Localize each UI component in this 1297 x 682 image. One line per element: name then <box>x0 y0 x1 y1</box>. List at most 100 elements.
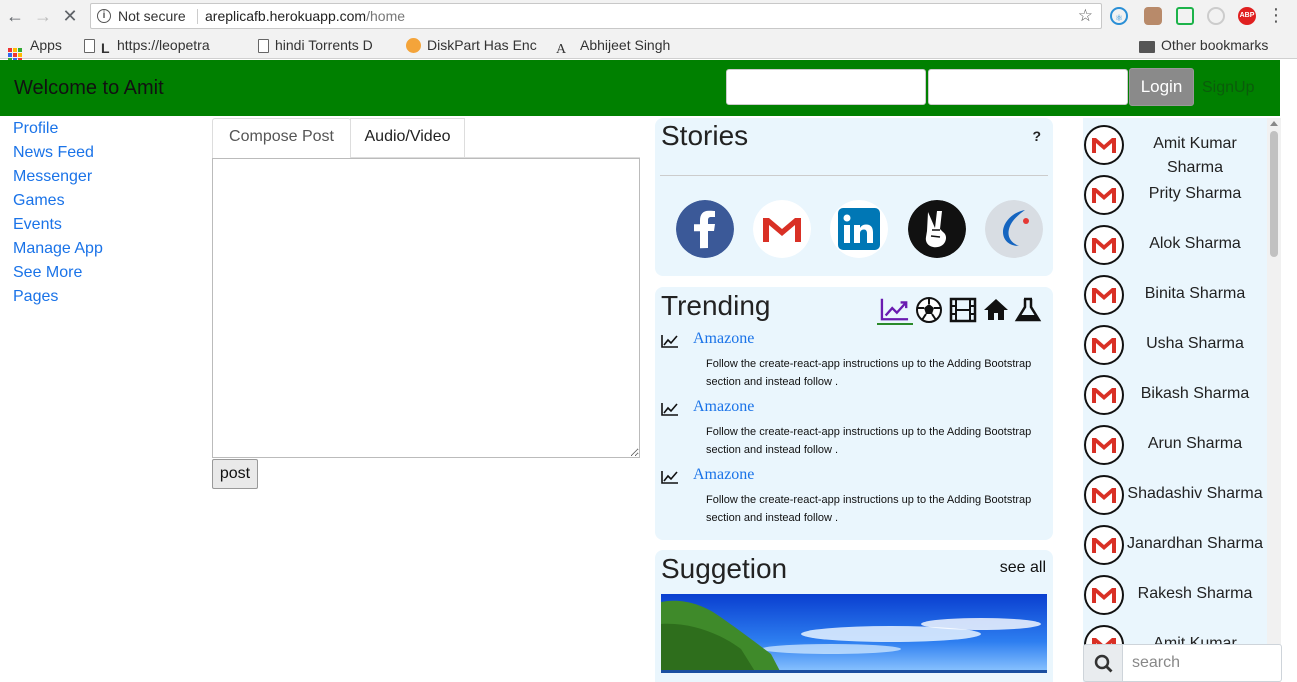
gmail-icon[interactable] <box>753 200 811 258</box>
browser-toolbar: ← → ✕ i Not secure areplicafb.herokuapp.… <box>0 0 1297 33</box>
trending-description: Follow the create-react-app instructions… <box>706 358 1032 388</box>
post-button[interactable]: post <box>212 459 258 489</box>
contact-name: Rakesh Sharma <box>1137 585 1253 602</box>
cake-extension-icon[interactable] <box>1144 7 1162 25</box>
contacts-scrollbar[interactable] <box>1267 118 1281 682</box>
stories-help[interactable]: ? <box>1032 128 1041 144</box>
trending-card: Trending Amazone Follow the create-react… <box>655 287 1053 540</box>
trending-link[interactable]: Amazone <box>693 466 754 484</box>
bookmark-abhijeet[interactable]: A Abhijeet Singh <box>556 37 670 58</box>
suggestion-image[interactable] <box>661 594 1047 673</box>
trend-chart-icon <box>661 471 678 484</box>
nav-pages[interactable]: Pages <box>13 285 103 309</box>
bookmark-label: https://leopetra <box>117 37 210 53</box>
tv-extension-icon[interactable] <box>1176 7 1194 25</box>
trend-chart-icon <box>661 403 678 416</box>
contact-item[interactable]: Alok Sharma <box>1083 218 1267 268</box>
trending-description: Follow the create-react-app instructions… <box>706 494 1032 524</box>
contact-item[interactable]: Amit Kumar Sharma <box>1083 118 1267 176</box>
bookmark-star-icon[interactable]: ☆ <box>1078 4 1093 28</box>
nav-see-more[interactable]: See More <box>13 261 103 285</box>
contact-name: Alok Sharma <box>1149 235 1241 252</box>
contact-item[interactable]: Arun Sharma <box>1083 418 1267 468</box>
compose-tabs: Compose Post Audio/Video <box>212 118 640 158</box>
address-bar[interactable]: i Not secure areplicafb.herokuapp.com/ho… <box>90 3 1102 29</box>
home-icon[interactable] <box>981 295 1011 325</box>
stop-loading-icon[interactable]: ✕ <box>59 5 81 27</box>
nav-messenger[interactable]: Messenger <box>13 165 103 189</box>
trending-title: Trending <box>661 290 771 321</box>
contact-item[interactable]: Rakesh Sharma <box>1083 568 1267 618</box>
page-icon <box>258 39 269 53</box>
bookmark-diskpart[interactable]: DiskPart Has Enc <box>406 37 546 53</box>
tab-compose-post[interactable]: Compose Post <box>212 118 351 158</box>
browser-menu-icon[interactable]: ⋮ <box>1267 5 1285 25</box>
nav-profile[interactable]: Profile <box>13 117 103 141</box>
url-host: areplicafb.herokuapp.com <box>205 8 367 24</box>
suggestion-card: Suggetion see all <box>655 550 1053 682</box>
username-input[interactable] <box>726 69 926 105</box>
other-bookmarks[interactable]: Other bookmarks <box>1139 37 1268 53</box>
film-icon[interactable] <box>948 295 978 325</box>
suggestion-title: Suggetion <box>661 553 788 584</box>
gmail-avatar-icon <box>1084 125 1124 165</box>
soccer-icon[interactable] <box>914 295 944 325</box>
trending-item: Amazone Follow the create-react-app inst… <box>661 330 1041 390</box>
bookmark-hindi-torrents[interactable]: hindi Torrents D <box>258 37 396 53</box>
trending-link[interactable]: Amazone <box>693 398 754 416</box>
gray-extension-icon[interactable] <box>1207 7 1225 25</box>
contact-item[interactable]: Binita Sharma <box>1083 268 1267 318</box>
password-input[interactable] <box>928 69 1128 105</box>
app-icon[interactable] <box>985 200 1043 258</box>
trending-link[interactable]: Amazone <box>693 330 754 348</box>
search-button[interactable] <box>1083 644 1123 682</box>
react-devtools-icon[interactable]: ⚛ <box>1110 7 1128 25</box>
peace-icon[interactable] <box>908 200 966 258</box>
trending-item: Amazone Follow the create-react-app inst… <box>661 466 1041 526</box>
contact-name: Janardhan Sharma <box>1126 535 1264 552</box>
search-input[interactable] <box>1122 644 1282 682</box>
security-label[interactable]: Not secure <box>118 4 186 28</box>
gmail-avatar-icon <box>1084 325 1124 365</box>
scroll-up-icon[interactable] <box>1270 121 1278 126</box>
gmail-avatar-icon <box>1084 375 1124 415</box>
a-logo-icon: A <box>556 42 567 57</box>
contact-item[interactable]: Shadashiv Sharma <box>1083 468 1267 518</box>
signup-link[interactable]: SignUp <box>1202 79 1254 97</box>
adblock-icon[interactable]: ABP <box>1238 7 1256 25</box>
login-button[interactable]: Login <box>1129 68 1194 106</box>
contact-name: Shadashiv Sharma <box>1127 485 1263 502</box>
forward-icon[interactable]: → <box>32 5 54 27</box>
app-header: Welcome to Amit Login SignUp <box>0 60 1280 116</box>
search-icon <box>1094 654 1113 673</box>
nav-manage-app[interactable]: Manage App <box>13 237 103 261</box>
stories-card: Stories ? <box>655 118 1053 276</box>
tab-audio-video[interactable]: Audio/Video <box>350 118 465 158</box>
linkedin-icon[interactable] <box>830 200 888 258</box>
contact-item[interactable]: Prity Sharma <box>1083 168 1267 218</box>
facebook-icon[interactable] <box>676 200 734 258</box>
contact-name: Usha Sharma <box>1146 335 1244 352</box>
gmail-avatar-icon <box>1084 425 1124 465</box>
nav-news-feed[interactable]: News Feed <box>13 141 103 165</box>
contact-item[interactable]: Bikash Sharma <box>1083 368 1267 418</box>
nav-games[interactable]: Games <box>13 189 103 213</box>
bookmark-apps[interactable]: Apps <box>8 37 62 62</box>
bookmark-label: Apps <box>30 37 62 53</box>
trend-icon[interactable] <box>877 295 913 325</box>
scrollbar-thumb[interactable] <box>1270 131 1278 257</box>
info-icon[interactable]: i <box>97 9 111 23</box>
contact-item[interactable]: Janardhan Sharma <box>1083 518 1267 568</box>
url-path: /home <box>366 8 406 24</box>
compose-textarea[interactable] <box>212 158 640 458</box>
see-all-link[interactable]: see all <box>1000 559 1046 577</box>
address-separator <box>197 9 198 24</box>
diskpart-icon <box>406 38 421 53</box>
flask-icon[interactable] <box>1013 295 1043 325</box>
url-text[interactable]: areplicafb.herokuapp.com/home <box>205 4 405 28</box>
bookmark-leopetra[interactable]: Lhttps://leopetra <box>84 37 244 56</box>
nav-events[interactable]: Events <box>13 213 103 237</box>
back-icon[interactable]: ← <box>4 5 26 27</box>
contact-item[interactable]: Usha Sharma <box>1083 318 1267 368</box>
contact-search <box>1083 644 1282 682</box>
